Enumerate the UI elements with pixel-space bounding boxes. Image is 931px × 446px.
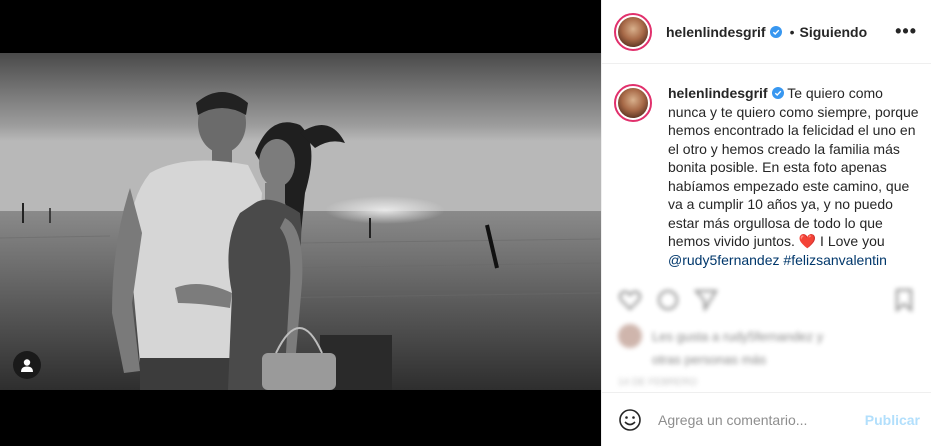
verified-badge-icon	[769, 25, 782, 38]
post-photo	[0, 53, 601, 390]
likes-text: Les gusta a rudy5fernandez y	[652, 328, 824, 344]
heart-icon[interactable]	[618, 288, 642, 312]
comment-input[interactable]: Agrega un comentario...	[658, 412, 865, 428]
caption-text-after: I Love you	[816, 233, 885, 249]
publish-button[interactable]: Publicar	[865, 412, 920, 428]
caption-avatar[interactable]	[614, 84, 652, 122]
likes-others[interactable]: otras personas más	[602, 348, 931, 367]
post-media[interactable]	[0, 0, 601, 446]
verified-badge-icon	[771, 87, 784, 99]
share-icon[interactable]	[694, 288, 718, 312]
actions-and-likes: Les gusta a rudy5fernandez y otras perso…	[602, 274, 931, 389]
caption-username[interactable]: helenlindesgrif	[668, 85, 768, 101]
post-sidebar: helenlindesgrif • Siguiendo ••• helenlin…	[601, 0, 931, 446]
emoji-icon[interactable]	[618, 408, 642, 432]
caption-text: Te quiero como nunca y te quiero como si…	[668, 85, 919, 249]
user-tag-icon[interactable]	[13, 351, 41, 379]
mention-link[interactable]: @rudy5fernandez	[668, 252, 780, 268]
post-header: helenlindesgrif • Siguiendo •••	[602, 0, 931, 64]
comment-icon[interactable]	[656, 288, 680, 312]
following-button[interactable]: Siguiendo	[799, 24, 867, 40]
caption: helenlindesgrif Te quiero como nunca y t…	[614, 84, 920, 269]
separator-dot: •	[789, 23, 795, 40]
more-options-icon[interactable]: •••	[895, 21, 917, 42]
post-date: 14 DE FEBRERO	[618, 377, 697, 388]
heart-emoji: ❤️	[798, 233, 817, 249]
hashtag-link[interactable]: #felizsanvalentin	[783, 252, 887, 268]
bookmark-icon[interactable]	[892, 288, 916, 312]
avatar[interactable]	[614, 12, 652, 51]
add-comment-bar: Agrega un comentario... Publicar	[602, 392, 931, 446]
header-username[interactable]: helenlindesgrif	[666, 24, 766, 40]
